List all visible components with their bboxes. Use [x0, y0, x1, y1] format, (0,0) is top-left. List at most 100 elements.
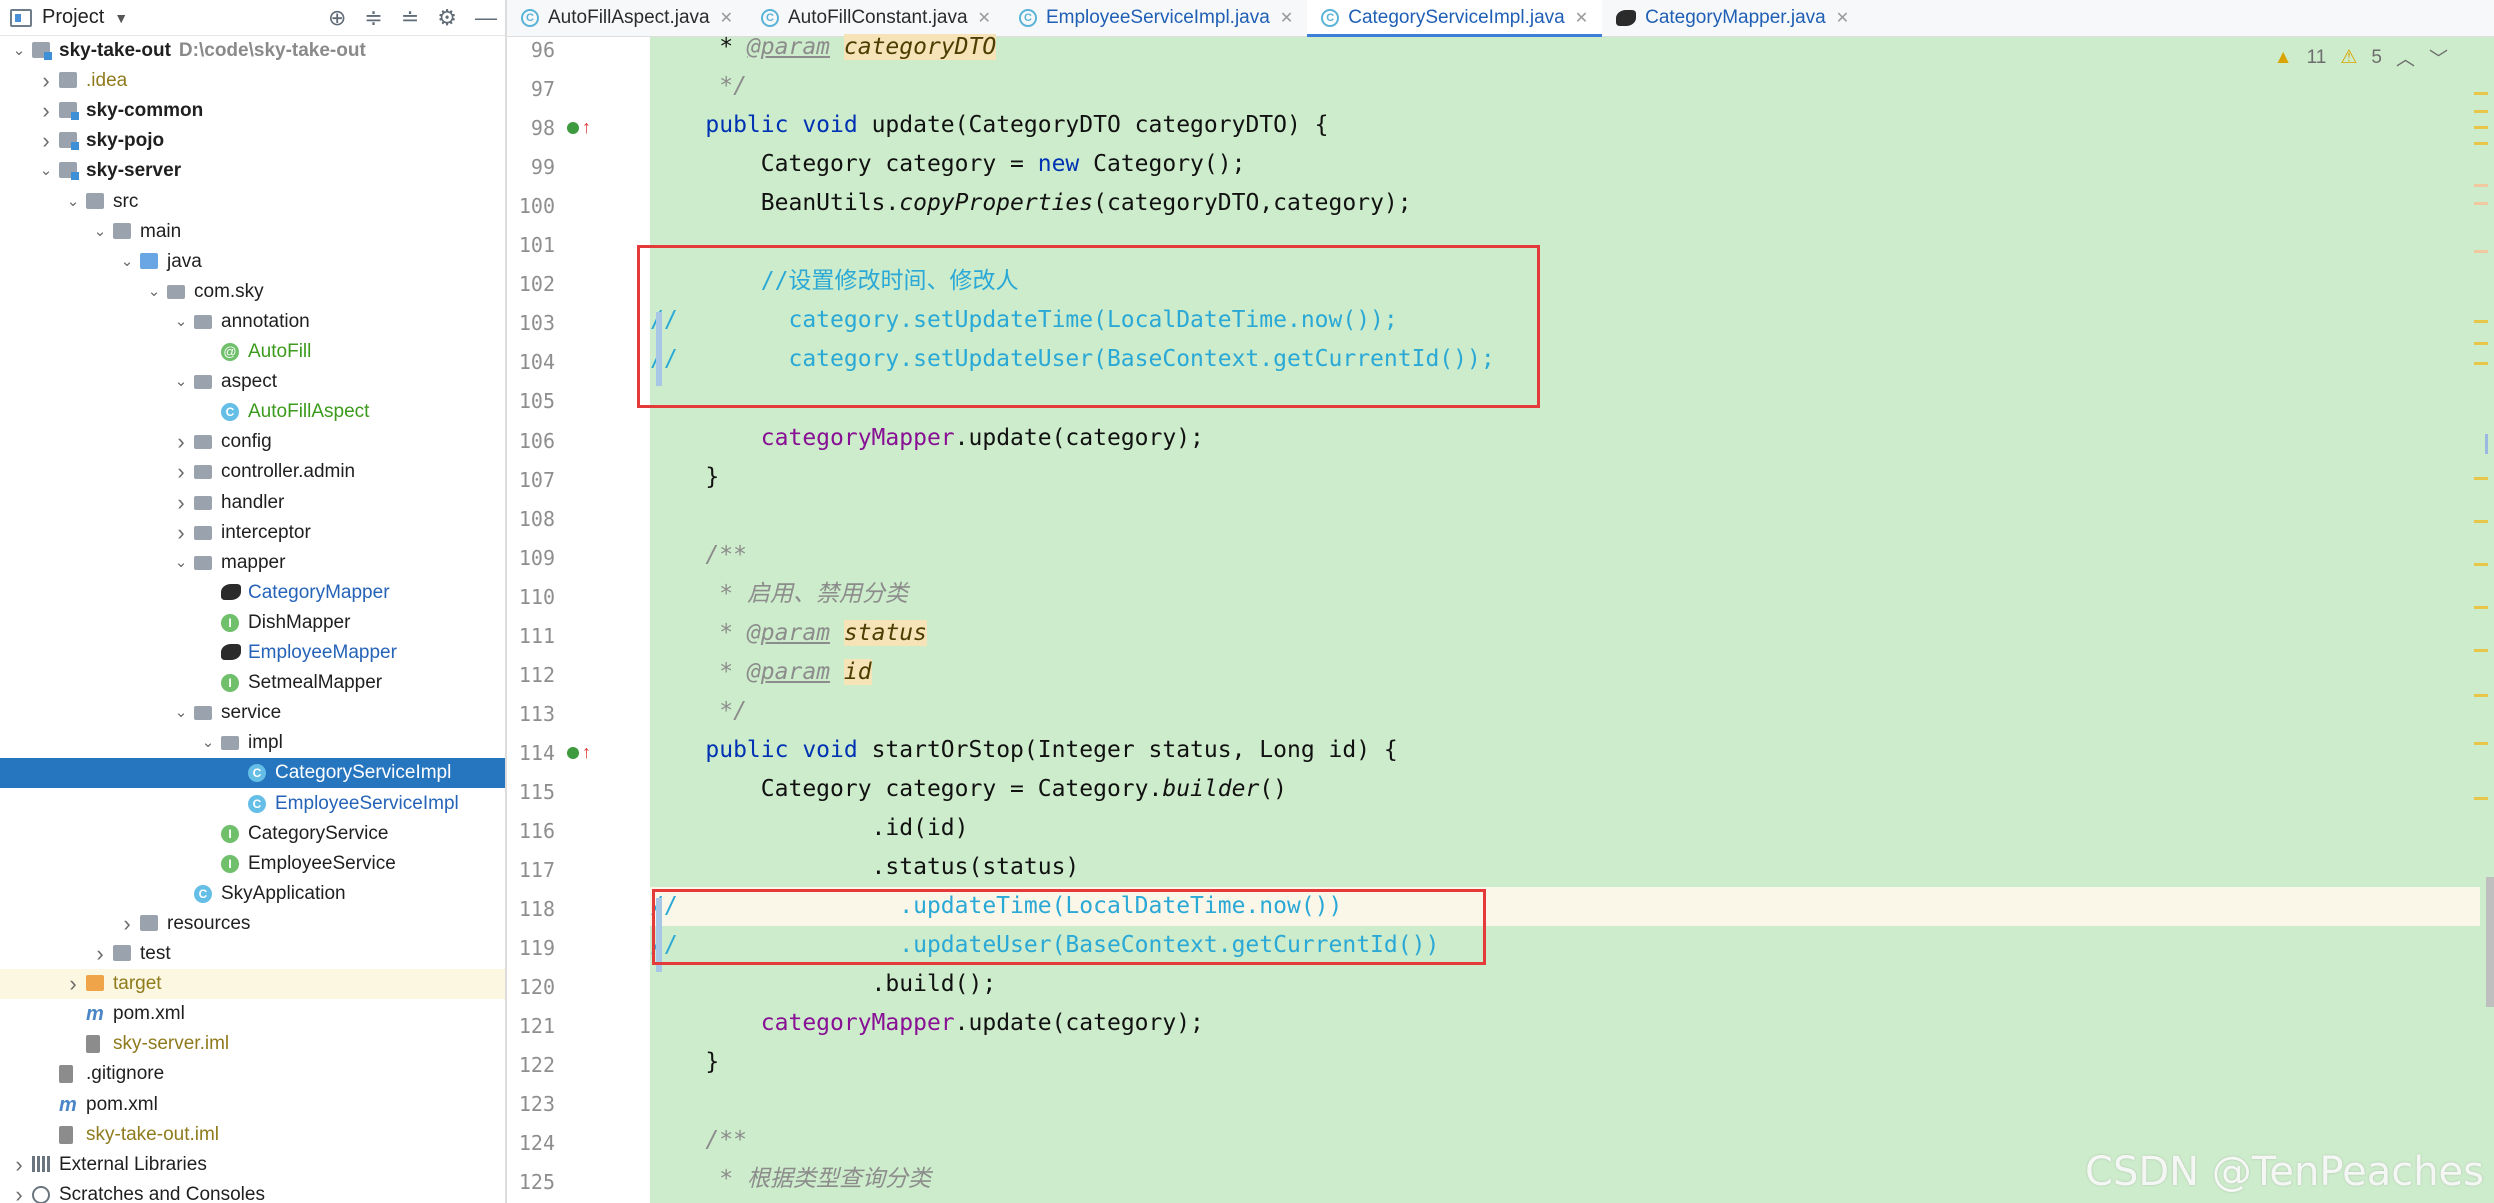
tree-item[interactable]: EmployeeMapper [0, 638, 505, 668]
minimize-icon[interactable]: — [475, 5, 497, 31]
tree-item[interactable]: sky-server.iml [0, 1029, 505, 1059]
code-line[interactable]: public void update(CategoryDTO categoryD… [650, 106, 1328, 145]
tree-item[interactable]: ⌄ sky-take-out D:\code\sky-take-out [0, 36, 505, 66]
close-icon[interactable]: ✕ [1836, 8, 1849, 28]
code-line[interactable]: * @param id [650, 653, 872, 692]
chevron-down-icon[interactable]: ⌄ [174, 548, 188, 578]
code-line[interactable]: categoryMapper.update(category); [650, 1004, 1204, 1043]
close-icon[interactable]: ✕ [720, 8, 733, 28]
tree-item[interactable]: I DishMapper [0, 608, 505, 638]
tree-item[interactable]: C AutoFillAspect [0, 397, 505, 427]
tree-item[interactable]: › External Libraries [0, 1150, 505, 1180]
code-line[interactable]: * @param categoryDTO [650, 28, 997, 67]
tree-item[interactable]: ⌄ impl [0, 728, 505, 758]
chevron-down-icon[interactable]: ▼ [114, 10, 128, 26]
chevron-right-icon[interactable]: › [39, 126, 53, 156]
tree-item[interactable]: .gitignore [0, 1059, 505, 1089]
code-line[interactable]: public void startOrStop(Integer status, … [650, 731, 1397, 770]
code-line[interactable]: /** [650, 536, 747, 575]
editor-scrollbar[interactable] [2472, 37, 2494, 1203]
collapse-all-icon[interactable]: ≐ [401, 5, 419, 31]
chevron-down-icon[interactable]: ⌄ [147, 277, 161, 307]
locate-icon[interactable]: ⊕ [328, 5, 346, 31]
code-line[interactable]: .build(); [650, 965, 997, 1004]
tree-item[interactable]: ⌄ annotation [0, 307, 505, 337]
tree-item[interactable]: I SetmealMapper [0, 668, 505, 698]
tree-item[interactable]: ⌄ java [0, 247, 505, 277]
gear-icon[interactable]: ⚙ [437, 5, 457, 31]
tree-item[interactable]: › .idea [0, 66, 505, 96]
tree-item[interactable]: C EmployeeServiceImpl [0, 789, 505, 819]
tree-item[interactable]: CategoryMapper [0, 578, 505, 608]
tree-item[interactable]: I CategoryService [0, 819, 505, 849]
code-line[interactable]: .status(status) [650, 848, 1080, 887]
code-line[interactable]: */ [650, 692, 747, 731]
tree-item[interactable]: › handler [0, 488, 505, 518]
chevron-right-icon[interactable]: › [12, 1150, 26, 1180]
tree-item[interactable]: @ AutoFill [0, 337, 505, 367]
code-line[interactable]: Category category = Category.builder() [650, 770, 1287, 809]
chevron-down-icon[interactable]: ⌄ [174, 307, 188, 337]
tree-item[interactable]: ⌄ sky-server [0, 156, 505, 186]
implements-icon[interactable] [567, 746, 579, 759]
chevron-down-icon[interactable]: ⌄ [120, 247, 134, 277]
chevron-right-icon[interactable]: › [174, 488, 188, 518]
tree-item[interactable]: › sky-pojo [0, 126, 505, 156]
chevron-right-icon[interactable]: › [39, 66, 53, 96]
code-line[interactable]: */ [650, 67, 747, 106]
override-arrow-icon[interactable]: ↑ [582, 742, 591, 762]
chevron-down-icon[interactable]: ⌄ [12, 36, 26, 66]
close-icon[interactable]: ✕ [1575, 8, 1588, 28]
close-icon[interactable]: ✕ [1280, 8, 1293, 28]
chevron-down-icon[interactable]: ⌄ [201, 728, 215, 758]
close-icon[interactable]: ✕ [978, 8, 991, 28]
chevron-up-icon[interactable]: ︿ [2396, 44, 2415, 71]
chevron-right-icon[interactable]: › [93, 939, 107, 969]
code-line[interactable]: * 根据类型查询分类 [650, 1160, 931, 1199]
chevron-down-icon[interactable]: ⌄ [66, 187, 80, 217]
tree-item[interactable]: C SkyApplication [0, 879, 505, 909]
tree-item[interactable]: › target [0, 969, 505, 1000]
chevron-right-icon[interactable]: › [66, 969, 80, 999]
inspection-widget[interactable]: ▲ 11 ⚠ 5 ︿ ﹀ [2274, 44, 2448, 71]
chevron-right-icon[interactable]: › [174, 427, 188, 457]
tree-item[interactable]: m pom.xml [0, 999, 505, 1029]
chevron-down-icon[interactable]: ⌄ [174, 698, 188, 728]
chevron-right-icon[interactable]: › [39, 96, 53, 126]
tree-item[interactable]: ⌄ main [0, 217, 505, 247]
tree-item[interactable]: › test [0, 939, 505, 969]
tree-item[interactable]: › Scratches and Consoles [0, 1180, 505, 1203]
tree-item[interactable]: › resources [0, 909, 505, 939]
chevron-right-icon[interactable]: › [12, 1180, 26, 1203]
chevron-right-icon[interactable]: › [174, 518, 188, 548]
tree-item[interactable]: ⌄ mapper [0, 548, 505, 578]
code-line[interactable]: * 启用、禁用分类 [650, 575, 908, 614]
tree-item[interactable]: › interceptor [0, 518, 505, 548]
editor-tab[interactable]: C CategoryServiceImpl.java ✕ [1307, 0, 1603, 37]
code-line[interactable]: categoryMapper.update(category); [650, 419, 1204, 458]
tree-item[interactable]: ⌄ aspect [0, 367, 505, 397]
chevron-right-icon[interactable]: › [174, 457, 188, 487]
tree-item[interactable]: ⌄ com.sky [0, 277, 505, 307]
code-line[interactable]: } [650, 458, 719, 497]
chevron-right-icon[interactable]: › [120, 909, 134, 939]
tree-item[interactable]: sky-take-out.iml [0, 1120, 505, 1150]
chevron-down-icon[interactable]: ⌄ [174, 367, 188, 397]
tree-item[interactable]: › config [0, 427, 505, 457]
tree-item[interactable]: › controller.admin [0, 457, 505, 487]
chevron-down-icon[interactable]: ⌄ [93, 217, 107, 247]
editor-tab[interactable]: CategoryMapper.java ✕ [1602, 0, 1863, 36]
code-line[interactable]: * @param status [650, 614, 927, 653]
chevron-down-icon[interactable]: ﹀ [2429, 44, 2448, 71]
code-line[interactable]: /** [650, 1121, 747, 1160]
chevron-down-icon[interactable]: ⌄ [39, 156, 53, 186]
expand-all-icon[interactable]: ≑ [364, 5, 382, 31]
override-arrow-icon[interactable]: ↑ [582, 117, 591, 137]
tree-item[interactable]: I EmployeeService [0, 849, 505, 879]
implements-icon[interactable] [567, 122, 579, 135]
editor-tab[interactable]: C EmployeeServiceImpl.java ✕ [1005, 0, 1307, 36]
code-line[interactable]: } [650, 1043, 719, 1082]
code-line[interactable]: Category category = new Category(); [650, 145, 1246, 184]
tree-item[interactable]: C CategoryServiceImpl [0, 758, 505, 789]
project-panel-header[interactable]: Project ▼ ⊕ ≑ ≐ ⚙ — [0, 0, 505, 36]
